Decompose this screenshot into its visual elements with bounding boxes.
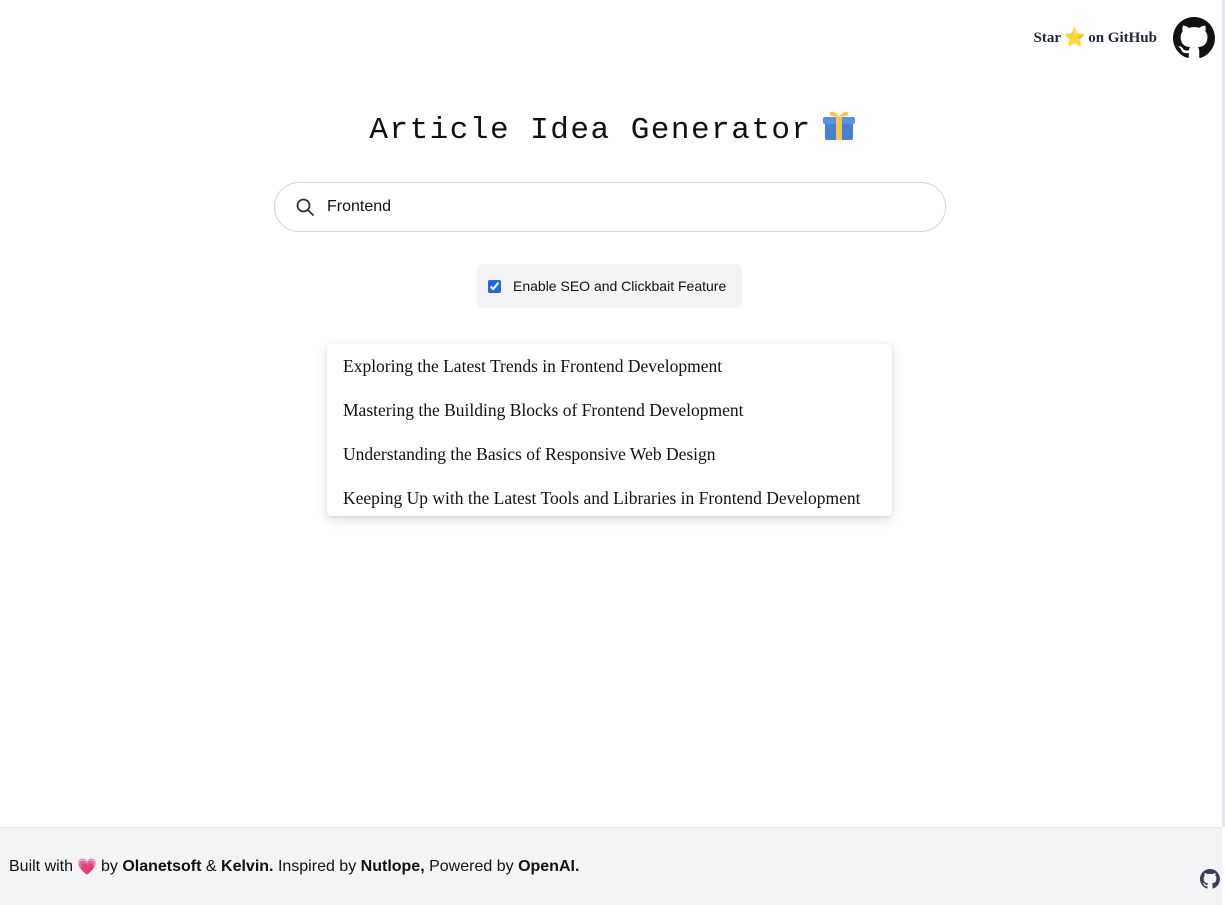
seo-clickbait-toggle[interactable]: Enable SEO and Clickbait Feature [477, 264, 742, 308]
gift-icon [822, 111, 855, 140]
footer: Built with 💗 by Olanetsoft & Kelvin. Ins… [0, 827, 1222, 905]
star-on-github-link[interactable]: Star ⭐ on GitHub [1034, 28, 1157, 48]
footer-amp: & [205, 857, 217, 875]
footer-inspired-by: Inspired by [277, 857, 357, 875]
seo-checkbox[interactable] [488, 279, 501, 293]
inspiration-link-nutlope[interactable]: Nutlope, [361, 858, 425, 876]
search-icon [296, 198, 314, 216]
search-bar[interactable] [274, 182, 946, 232]
page-title: Article Idea Generator [0, 108, 1225, 148]
footer-built-with: Built with [9, 857, 74, 875]
star-label: Star [1033, 29, 1062, 46]
idea-item[interactable]: Understanding the Basics of Responsive W… [327, 442, 892, 486]
github-icon[interactable] [1173, 17, 1215, 59]
footer-powered-by: Powered by [429, 857, 514, 875]
author-link-olanetsoft[interactable]: Olanetsoft [122, 858, 201, 876]
page-title-text: Article Idea Generator [369, 113, 812, 148]
star-icon: ⭐ [1064, 28, 1086, 47]
footer-by: by [100, 857, 118, 875]
idea-item[interactable]: Exploring the Latest Trends in Frontend … [327, 354, 892, 398]
github-icon[interactable] [1200, 869, 1220, 889]
author-link-kelvin[interactable]: Kelvin. [221, 858, 273, 876]
search-input[interactable] [327, 198, 907, 216]
idea-item[interactable]: Keeping Up with the Latest Tools and Lib… [327, 486, 892, 530]
heart-icon: 💗 [77, 858, 97, 876]
provider-link-openai[interactable]: OpenAI. [518, 858, 579, 876]
idea-item[interactable]: Mastering the Building Blocks of Fronten… [327, 398, 892, 442]
on-github-label: on GitHub [1088, 29, 1157, 46]
ideas-list: Exploring the Latest Trends in Frontend … [327, 344, 892, 516]
seo-checkbox-label: Enable SEO and Clickbait Feature [513, 278, 727, 294]
header-links: Star ⭐ on GitHub [1034, 17, 1215, 59]
